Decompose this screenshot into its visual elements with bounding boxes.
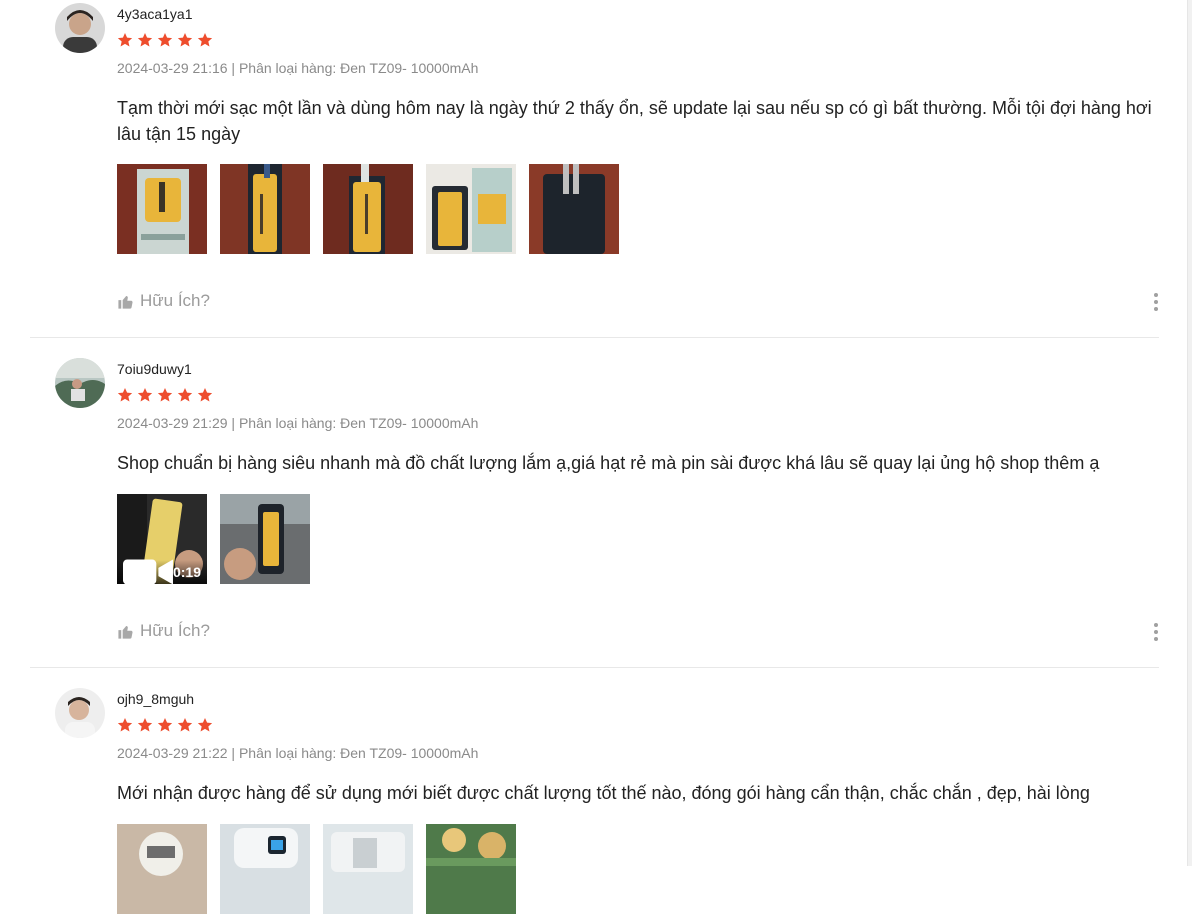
username: 4y3aca1ya1 (117, 6, 193, 22)
video-camera-icon (123, 559, 173, 584)
scrollbar-track[interactable] (1187, 0, 1192, 866)
thumbs-up-icon (118, 625, 133, 639)
star-icon (157, 718, 173, 732)
media-gallery (117, 164, 619, 254)
media-gallery (117, 824, 516, 914)
video-overlay: 0:19 (117, 559, 207, 584)
review-photo[interactable] (323, 164, 413, 254)
avatar[interactable] (55, 688, 105, 738)
review-photo[interactable] (220, 494, 310, 584)
helpful-button[interactable]: Hữu Ích? (117, 621, 210, 641)
review-photo[interactable] (117, 164, 207, 254)
avatar[interactable] (55, 3, 105, 53)
review-photo[interactable] (220, 824, 310, 914)
review-photo[interactable] (529, 164, 619, 254)
star-icon (137, 33, 153, 47)
divider (30, 667, 1159, 668)
divider (30, 337, 1159, 338)
star-icon (117, 33, 133, 47)
star-icon (177, 718, 193, 732)
video-duration: 0:19 (172, 564, 201, 580)
star-icon (197, 388, 213, 402)
star-icon (177, 388, 193, 402)
thumbs-up-icon (118, 295, 133, 309)
username: ojh9_8mguh (117, 691, 195, 707)
review-photo[interactable] (323, 824, 413, 914)
helpful-label: Hữu Ích? (140, 291, 210, 310)
media-gallery: 0:19 (117, 494, 310, 584)
helpful-label: Hữu Ích? (140, 621, 210, 640)
review-comment: Mới nhận được hàng để sử dụng mới biết đ… (117, 783, 1090, 803)
review-meta: 2024-03-29 21:16 | Phân loại hàng: Đen T… (117, 60, 479, 76)
rating-stars (117, 717, 213, 733)
star-icon (157, 388, 173, 402)
review-video[interactable]: 0:19 (117, 494, 207, 584)
star-icon (177, 33, 193, 47)
more-vertical-icon[interactable] (1153, 293, 1159, 311)
review-meta: 2024-03-29 21:29 | Phân loại hàng: Đen T… (117, 415, 479, 431)
avatar[interactable] (55, 358, 105, 408)
star-icon (117, 718, 133, 732)
review-photo[interactable] (117, 824, 207, 914)
more-vertical-icon[interactable] (1153, 623, 1159, 641)
review-comment: Tạm thời mới sạc một lần và dùng hôm nay… (117, 98, 1152, 144)
star-icon (117, 388, 133, 402)
review-meta: 2024-03-29 21:22 | Phân loại hàng: Đen T… (117, 745, 479, 761)
star-icon (157, 33, 173, 47)
star-icon (197, 718, 213, 732)
review-comment: Shop chuẩn bị hàng siêu nhanh mà đồ chất… (117, 453, 1100, 473)
star-icon (137, 388, 153, 402)
rating-stars (117, 32, 213, 48)
star-icon (137, 718, 153, 732)
helpful-button[interactable]: Hữu Ích? (117, 291, 210, 311)
review-photo[interactable] (426, 164, 516, 254)
review-photo[interactable] (426, 824, 516, 914)
username: 7oiu9duwy1 (117, 361, 192, 377)
rating-stars (117, 387, 213, 403)
star-icon (197, 33, 213, 47)
review-photo[interactable] (220, 164, 310, 254)
